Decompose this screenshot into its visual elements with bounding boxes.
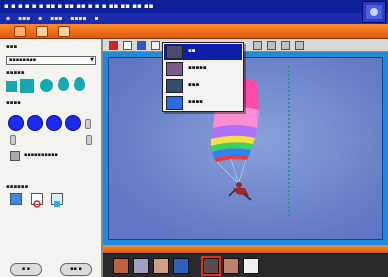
toolbar-button[interactable] xyxy=(295,41,304,50)
menu-bar: ▪ ▪▪▪ ▪ ▪▪▪ ▪▪▪▪ ▪ xyxy=(0,13,388,24)
image-thumbnail-icon xyxy=(166,62,183,76)
circle-shape-icon[interactable] xyxy=(40,79,53,92)
toolbar-button[interactable] xyxy=(137,41,146,50)
app-logo xyxy=(362,1,386,23)
type-dropdown[interactable]: ▪▪▪▪▪▪▪▪ ▼ xyxy=(6,56,96,65)
toolbar-button[interactable] xyxy=(253,41,262,50)
clear-button[interactable]: ▪▪ ▪ xyxy=(60,263,92,276)
tab-icon-mid[interactable] xyxy=(36,26,48,37)
menu-option-label: ▪▪▪▪▪ xyxy=(188,65,207,71)
brush-size-option[interactable] xyxy=(27,115,43,131)
menu-option-label: ▪▪▪▪ xyxy=(188,99,203,105)
menu-option[interactable]: ▪▪▪▪▪ xyxy=(164,61,242,77)
undo-button[interactable]: ▪ ▪ xyxy=(10,263,42,276)
canvas-toolbar xyxy=(103,39,388,52)
film-thumbnail[interactable] xyxy=(113,258,129,274)
toolbar-button[interactable] xyxy=(123,41,132,50)
toolbar-button[interactable] xyxy=(281,41,290,50)
toolbar-button[interactable] xyxy=(267,41,276,50)
section-label-effects: ▪▪▪▪▪▪ xyxy=(6,184,29,190)
square-shape-icon[interactable] xyxy=(6,81,17,92)
section-label-type: ▪▪▪ xyxy=(6,44,18,50)
menu-option-label: ▪▪▪ xyxy=(188,82,200,88)
clear-button-label: ▪▪ ▪ xyxy=(70,266,82,272)
menu-item[interactable]: ▪ xyxy=(94,13,98,24)
menu-option[interactable]: ▪▪▪▪ xyxy=(164,95,242,111)
drop-shape-icon-2[interactable] xyxy=(74,77,85,91)
left-panel: ▪▪▪ ▪▪▪▪▪▪▪▪ ▼ ▪▪▪▪▪ ▪▪▪▪ ▪▪▪▪▪▪▪▪▪▪ ▪▪▪… xyxy=(0,39,103,277)
tab-icon-right[interactable] xyxy=(58,26,70,37)
dropdown-value: ▪▪▪▪▪▪▪▪ xyxy=(9,57,37,63)
option-checkbox-row[interactable]: ▪▪▪▪▪▪▪▪▪▪ xyxy=(10,150,76,162)
size-slider-handle-2[interactable] xyxy=(10,135,16,145)
window-title: ▪ ▪ ▪ ▪ ▪ ▪ ▪▪ ▪ ▪▪ ▪▪ ▪ ▪ ▪ ▪▪ ▪▪ ▪▪ ▪▪ xyxy=(4,2,154,10)
film-thumbnail[interactable] xyxy=(243,258,259,274)
guide-line xyxy=(288,66,291,216)
menu-item[interactable]: ▪▪▪ xyxy=(50,13,62,24)
section-label-shapes: ▪▪▪▪▪ xyxy=(6,70,25,76)
title-bar: ▪ ▪ ▪ ▪ ▪ ▪ ▪▪ ▪ ▪▪ ▪▪ ▪ ▪ ▪ ▪▪ ▪▪ ▪▪ ▪▪ xyxy=(0,0,388,13)
film-thumbnail[interactable] xyxy=(173,258,189,274)
menu-option[interactable]: ▪▪▪ xyxy=(164,78,242,94)
film-thumbnail[interactable] xyxy=(223,258,239,274)
app-window: ▪ ▪ ▪ ▪ ▪ ▪ ▪▪ ▪ ▪▪ ▪▪ ▪ ▪ ▪ ▪▪ ▪▪ ▪▪ ▪▪… xyxy=(0,0,388,277)
rectangle-shape-icon[interactable] xyxy=(20,79,34,93)
filmstrip xyxy=(103,253,388,277)
film-thumbnail[interactable] xyxy=(153,258,169,274)
menu-item[interactable]: ▪ xyxy=(6,13,10,24)
toolbar-button[interactable] xyxy=(109,41,118,50)
film-thumbnail[interactable] xyxy=(133,258,149,274)
menu-option-label: ▪▪ xyxy=(188,48,196,54)
skydiver-photo xyxy=(108,57,383,240)
effect-button-cyan[interactable] xyxy=(51,193,63,207)
size-slider-handle[interactable] xyxy=(85,119,91,129)
size-slider-handle-3[interactable] xyxy=(86,135,92,145)
image-popup-menu: ▪▪ ▪▪▪▪▪ ▪▪▪ ▪▪▪▪ xyxy=(162,42,244,112)
image-thumbnail-icon xyxy=(166,79,183,93)
effect-button-red[interactable] xyxy=(31,193,43,208)
footer-strip xyxy=(103,245,388,253)
brush-size-option[interactable] xyxy=(8,115,24,131)
menu-item[interactable]: ▪ xyxy=(38,13,42,24)
section-label-size: ▪▪▪▪ xyxy=(6,100,21,106)
chevron-down-icon: ▼ xyxy=(90,57,94,63)
drawing-canvas[interactable] xyxy=(103,52,388,245)
menu-option[interactable]: ▪▪ xyxy=(164,44,242,60)
menu-item[interactable]: ▪▪▪▪ xyxy=(70,13,86,24)
image-thumbnail-icon xyxy=(166,45,183,59)
tab-icon-left[interactable] xyxy=(14,26,26,37)
undo-button-label: ▪ ▪ xyxy=(21,266,31,272)
checkbox-label: ▪▪▪▪▪▪▪▪▪▪ xyxy=(24,152,58,158)
film-thumbnail-selected[interactable] xyxy=(201,256,221,276)
option-checkbox[interactable] xyxy=(10,151,20,161)
image-thumbnail-icon xyxy=(166,96,183,110)
toolbar-button[interactable] xyxy=(151,41,160,50)
brush-size-option[interactable] xyxy=(65,115,81,131)
drop-shape-icon[interactable] xyxy=(58,77,69,91)
menu-item[interactable]: ▪▪▪ xyxy=(18,13,30,24)
brush-size-option[interactable] xyxy=(46,115,62,131)
effect-button-blue[interactable] xyxy=(10,193,22,205)
